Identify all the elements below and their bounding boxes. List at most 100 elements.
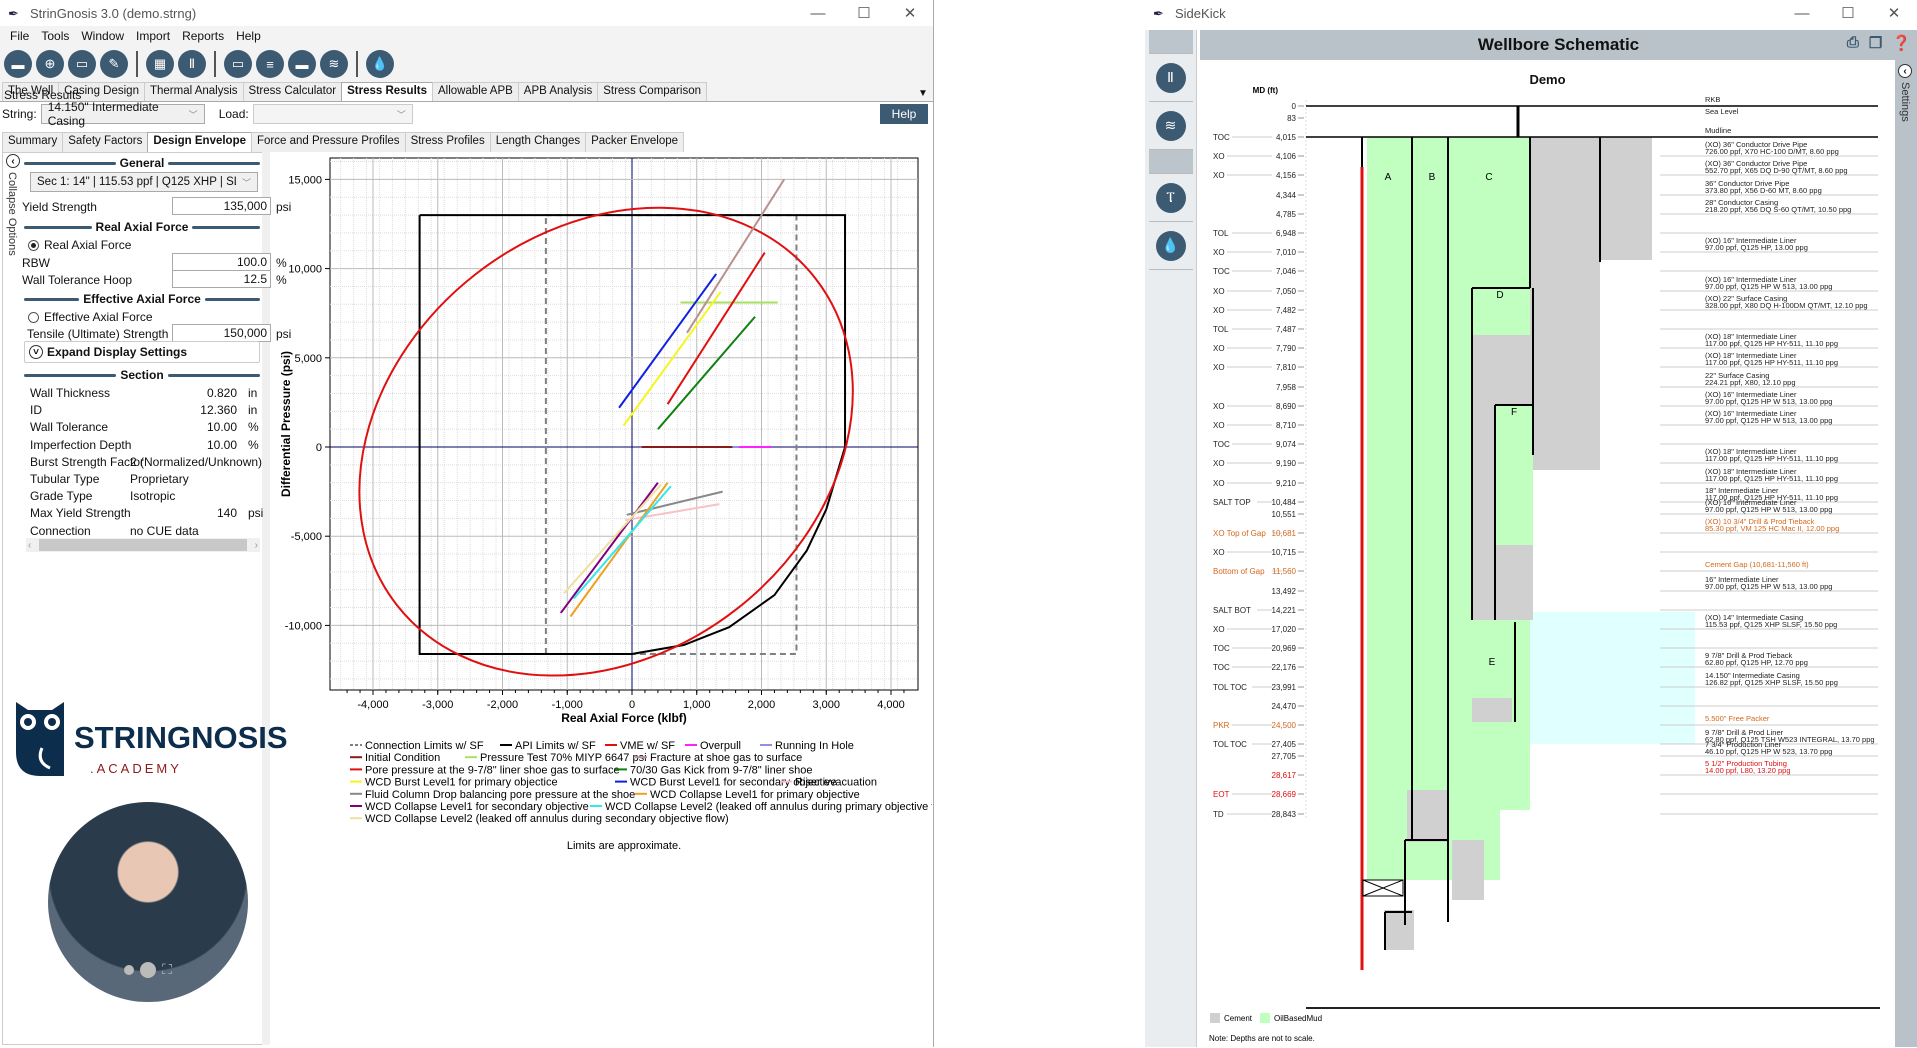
chart-svg: -4,000 -3,000 -2,000 -1,000 0 1,000 2,000 3,000… [279, 157, 955, 852]
wall-tolerance-hoop-input[interactable]: 12.5 [172, 270, 271, 288]
menu-import[interactable]: Import [130, 29, 176, 43]
md-axis-label: MD (ft) [1253, 86, 1279, 95]
legend-label: WCD Collapse Level2 (leaked off annulus … [365, 813, 729, 825]
calculator-icon[interactable]: ▦ [146, 50, 174, 78]
close-button[interactable]: ✕ [1871, 4, 1917, 22]
scroll-left-icon[interactable]: ‹ [26, 540, 31, 551]
menu-help[interactable]: Help [230, 29, 267, 43]
menu-file[interactable]: File [4, 29, 35, 43]
large-dot-icon[interactable] [140, 961, 157, 978]
legend-label: API Limits w/ SF [515, 740, 596, 752]
collapse-triangle-icon[interactable]: ▼ [918, 88, 928, 99]
legend-label: WCD Collapse Level1 for primary objectiv… [650, 789, 860, 801]
section-select[interactable]: Sec 1: 14" | 115.53 ppf | Q125 XHP | SLS… [30, 172, 258, 192]
maximize-button[interactable]: ☐ [1825, 4, 1871, 22]
tab-stress-results[interactable]: Stress Results [341, 82, 433, 101]
tab-thermal-analysis[interactable]: Thermal Analysis [143, 82, 244, 101]
edit-icon[interactable]: ✎ [100, 50, 128, 78]
nav-tee-button[interactable]: Ⲧ [1148, 174, 1193, 222]
depth-tag: SALT BOT [1213, 606, 1251, 615]
depth-tag: TOC [1213, 644, 1230, 653]
fullscreen-icon[interactable]: ⛶ [162, 961, 172, 978]
effective-axial-radio[interactable]: Effective Axial Force [28, 310, 153, 324]
legend-label: OilBasedMud [1274, 1014, 1322, 1023]
tab-stress-calculator[interactable]: Stress Calculator [242, 82, 343, 101]
casing-icon[interactable]: ≡ [256, 50, 284, 78]
maximize-button[interactable]: ☐ [841, 4, 887, 22]
minimize-button[interactable]: — [795, 5, 841, 22]
tab-stress-comparison[interactable]: Stress Comparison [597, 82, 707, 101]
depth-description-detail: 117.00 ppf, Q125 HP HY-511, 11.10 ppg [1705, 474, 1838, 483]
tab-allowable-apb[interactable]: Allowable APB [432, 82, 519, 101]
depth-value: 4,344 [1276, 191, 1297, 200]
settings-sidebar[interactable]: ‹ Settings [1895, 60, 1917, 1047]
minimize-button[interactable]: — [1779, 5, 1825, 22]
depth-value: 4,015 [1276, 133, 1297, 142]
menu-window[interactable]: Window [75, 29, 130, 43]
real-axial-radio[interactable]: Real Axial Force [28, 238, 131, 252]
print-icon[interactable]: ⎙ [1847, 34, 1859, 52]
depth-tag: XO [1213, 152, 1225, 161]
string-select[interactable]: 14.150" Intermediate Casing ﹀ [40, 100, 205, 128]
load-select[interactable]: ﹀ [252, 104, 413, 124]
help-icon[interactable]: ❓ [1892, 34, 1911, 52]
depth-description-detail: 328.00 ppf, X80 DQ H-100DM QT/MT, 12.10 … [1705, 301, 1868, 310]
tab-stress-profiles[interactable]: Stress Profiles [404, 132, 491, 152]
chart-footnote: Limits are approximate. [567, 840, 681, 852]
collapse-options-toggle[interactable]: ‹ Collapse Options [6, 154, 22, 256]
scroll-thumb[interactable] [39, 539, 247, 551]
radio-unselected-icon[interactable] [28, 311, 39, 323]
coupling-icon[interactable]: ▬ [288, 50, 316, 78]
fluid-drop-icon[interactable]: 💧 [366, 50, 394, 78]
y-tick-label: 5,000 [294, 353, 322, 365]
connector-icon[interactable]: Ⅱ [178, 50, 206, 78]
new-file-icon[interactable]: ⊕ [36, 50, 64, 78]
yield-strength-input[interactable]: 135,000 [172, 197, 271, 215]
tab-force-pressure-profiles[interactable]: Force and Pressure Profiles [251, 132, 406, 152]
chevron-left-icon[interactable]: ‹ [1898, 64, 1912, 78]
open-folder-icon[interactable]: ▬ [4, 50, 32, 78]
chevron-down-icon: ﹀ [396, 109, 406, 120]
nav-connector-button[interactable]: Ⅱ [1148, 54, 1193, 102]
rbw-input[interactable]: 100.0 [172, 253, 271, 271]
close-button[interactable]: ✕ [887, 4, 933, 22]
tab-design-envelope[interactable]: Design Envelope [147, 132, 253, 152]
small-dot-icon[interactable] [124, 964, 135, 975]
depth-value: 28,669 [1272, 790, 1297, 799]
tensile-strength-input[interactable]: 150,000 [172, 324, 271, 342]
property-value: 12.360 [200, 403, 237, 418]
depth-description-detail: 373.80 ppf, X56 D-60 MT, 8.60 ppg [1705, 186, 1822, 195]
depth-description-detail: 97.00 ppf, Q125 HP W 513, 13.00 ppg [1705, 397, 1832, 406]
yield-strength-label: Yield Strength [22, 200, 97, 214]
nav-fluid-button[interactable]: 💧 [1148, 222, 1193, 270]
chevron-left-icon[interactable]: ‹ [6, 154, 20, 168]
depth-value: 10,681 [1272, 529, 1297, 538]
save-icon[interactable]: ▭ [68, 50, 96, 78]
properties-hscrollbar[interactable]: ‹ › [26, 538, 260, 552]
scroll-right-icon[interactable]: › [255, 540, 260, 551]
radio-selected-icon[interactable] [28, 239, 39, 251]
depth-value: 27,705 [1272, 752, 1297, 761]
nav-threaded-connection-button[interactable]: ≋ [1148, 102, 1193, 150]
threaded-connection-icon: ≋ [1155, 110, 1186, 141]
tab-length-changes[interactable]: Length Changes [489, 132, 587, 152]
help-button[interactable]: Help [880, 104, 928, 124]
depth-value: 28,617 [1272, 771, 1297, 780]
depth-value: 24,500 [1272, 721, 1297, 730]
tee-icon: Ⲧ [1155, 182, 1186, 213]
tab-safety-factors[interactable]: Safety Factors [62, 132, 149, 152]
tab-apb-analysis[interactable]: APB Analysis [517, 82, 599, 101]
tab-packer-envelope[interactable]: Packer Envelope [585, 132, 685, 152]
title-bar: ✒ StrinGnosis 3.0 (demo.strng) — ☐ ✕ [0, 0, 933, 26]
depth-value: 7,958 [1276, 383, 1297, 392]
menu-tools[interactable]: Tools [35, 29, 75, 43]
webcam-avatar: ⛶ [48, 802, 248, 1002]
pipe-icon[interactable]: ▭ [224, 50, 252, 78]
menu-reports[interactable]: Reports [176, 29, 230, 43]
depth-value: 83 [1287, 114, 1296, 123]
expand-display-settings-button[interactable]: ˅ Expand Display Settings [24, 341, 260, 363]
tab-summary[interactable]: Summary [2, 132, 64, 152]
depth-description-detail: 117.00 ppf, Q125 HP HY-511, 11.10 ppg [1705, 358, 1838, 367]
copy-icon[interactable]: ❐ [1869, 34, 1882, 52]
threaded-connection-icon[interactable]: ≋ [320, 50, 348, 78]
